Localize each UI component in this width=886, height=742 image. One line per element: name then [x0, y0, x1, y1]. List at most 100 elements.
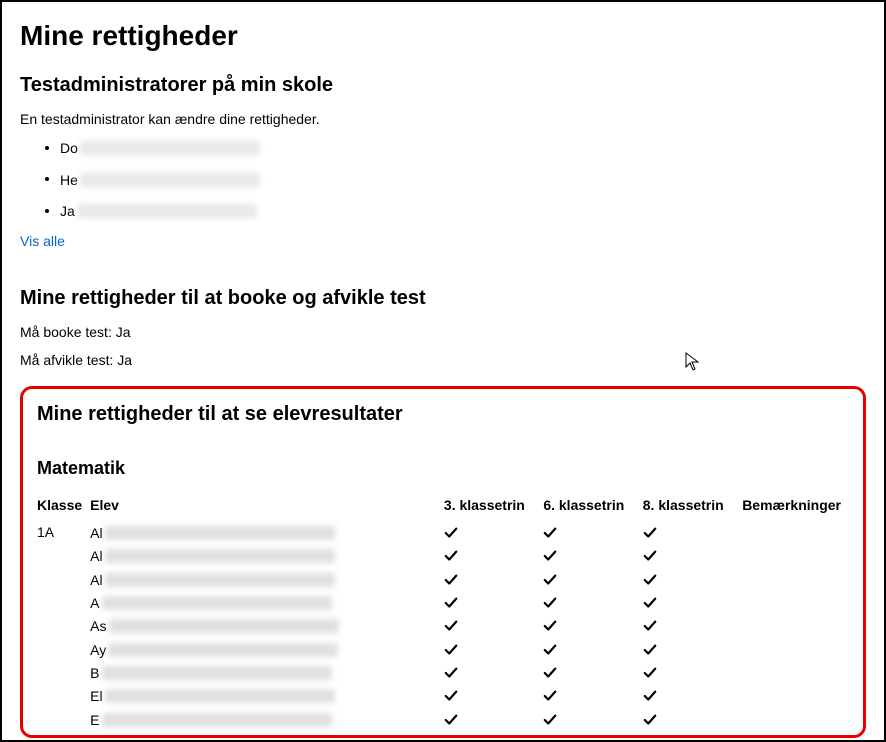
check-icon [444, 664, 458, 680]
redacted-text [105, 573, 335, 587]
cell-klasse [37, 684, 90, 707]
cell-remarks [742, 521, 849, 544]
check-icon [543, 664, 557, 680]
cell-klasse [37, 637, 90, 660]
redacted-text [102, 596, 332, 610]
table-row: Ay [37, 637, 849, 660]
check-icon [543, 617, 557, 633]
check-icon [444, 687, 458, 703]
check-icon [643, 687, 657, 703]
cell-elev: Al [90, 544, 444, 567]
elev-name-prefix: Al [90, 572, 102, 588]
check-icon [543, 524, 557, 540]
cell-remarks [742, 614, 849, 637]
check-icon [643, 710, 657, 726]
col-g3: 3. klassetrin [444, 493, 543, 521]
page-title: Mine rettigheder [20, 20, 866, 52]
elev-name-prefix: As [90, 618, 106, 634]
check-icon [543, 640, 557, 656]
booking-heading: Mine rettigheder til at booke og afvikle… [20, 287, 866, 310]
cell-g8 [643, 544, 742, 567]
check-icon [643, 640, 657, 656]
col-g6: 6. klassetrin [543, 493, 642, 521]
check-icon [444, 640, 458, 656]
cell-g8 [643, 684, 742, 707]
table-row: 1AAl [37, 521, 849, 544]
cell-elev: E [90, 707, 444, 730]
cell-g3 [444, 591, 543, 614]
cell-remarks [742, 707, 849, 730]
booking-section: Mine rettigheder til at booke og afvikle… [20, 287, 866, 368]
cell-g8 [643, 661, 742, 684]
admin-name-prefix: He [60, 172, 78, 188]
elev-name-prefix: A [90, 595, 99, 611]
redacted-text [108, 643, 338, 657]
cell-g6 [543, 567, 642, 590]
results-tbody: 1AAlAlAlAAsAyBElE [37, 521, 849, 731]
cell-klasse [37, 614, 90, 637]
cell-remarks [742, 567, 849, 590]
table-row: Al [37, 544, 849, 567]
cell-remarks [742, 684, 849, 707]
cell-g3 [444, 684, 543, 707]
admins-heading: Testadministratorer på min skole [20, 74, 866, 97]
table-row: B [37, 661, 849, 684]
col-g8: 8. klassetrin [643, 493, 742, 521]
cell-g3 [444, 521, 543, 544]
results-highlight-box: Mine rettigheder til at se elevresultate… [20, 386, 866, 738]
cell-klasse: 1A [37, 521, 90, 544]
cell-elev: Al [90, 567, 444, 590]
redacted-text [80, 173, 260, 187]
check-icon [543, 687, 557, 703]
check-icon [643, 664, 657, 680]
cell-elev: El [90, 684, 444, 707]
cell-g8 [643, 567, 742, 590]
check-icon [643, 547, 657, 563]
admins-list: Do He Ja [20, 139, 866, 219]
col-klasse: Klasse [37, 493, 90, 521]
can-run-text: Må afvikle test: Ja [20, 352, 866, 368]
cell-g8 [643, 614, 742, 637]
check-icon [543, 594, 557, 610]
cell-klasse [37, 707, 90, 730]
cell-g6 [543, 661, 642, 684]
check-icon [444, 710, 458, 726]
cell-g6 [543, 544, 642, 567]
cell-g3 [444, 707, 543, 730]
list-item: Do [60, 139, 866, 156]
elev-name-prefix: B [90, 665, 99, 681]
results-subject: Matematik [37, 458, 849, 479]
table-row: El [37, 684, 849, 707]
redacted-text [105, 549, 335, 563]
list-item: Ja [60, 202, 866, 219]
redacted-text [105, 689, 335, 703]
elev-name-prefix: Ay [90, 642, 106, 658]
cell-klasse [37, 661, 90, 684]
check-icon [444, 570, 458, 586]
cell-elev: A [90, 591, 444, 614]
cell-g6 [543, 684, 642, 707]
col-remarks: Bemærkninger [742, 493, 849, 521]
check-icon [643, 524, 657, 540]
admin-name-prefix: Ja [60, 203, 75, 219]
col-elev: Elev [90, 493, 444, 521]
table-row: E [37, 707, 849, 730]
redacted-text [109, 619, 339, 633]
show-all-link[interactable]: Vis alle [20, 233, 65, 249]
check-icon [643, 594, 657, 610]
check-icon [444, 524, 458, 540]
cell-g6 [543, 521, 642, 544]
cell-g3 [444, 661, 543, 684]
cell-g8 [643, 521, 742, 544]
redacted-text [102, 666, 332, 680]
check-icon [643, 570, 657, 586]
cell-remarks [742, 637, 849, 660]
redacted-text [77, 204, 257, 218]
check-icon [444, 594, 458, 610]
elev-name-prefix: El [90, 688, 102, 704]
cell-g6 [543, 637, 642, 660]
check-icon [444, 617, 458, 633]
cell-g6 [543, 614, 642, 637]
cell-klasse [37, 591, 90, 614]
cell-g8 [643, 637, 742, 660]
